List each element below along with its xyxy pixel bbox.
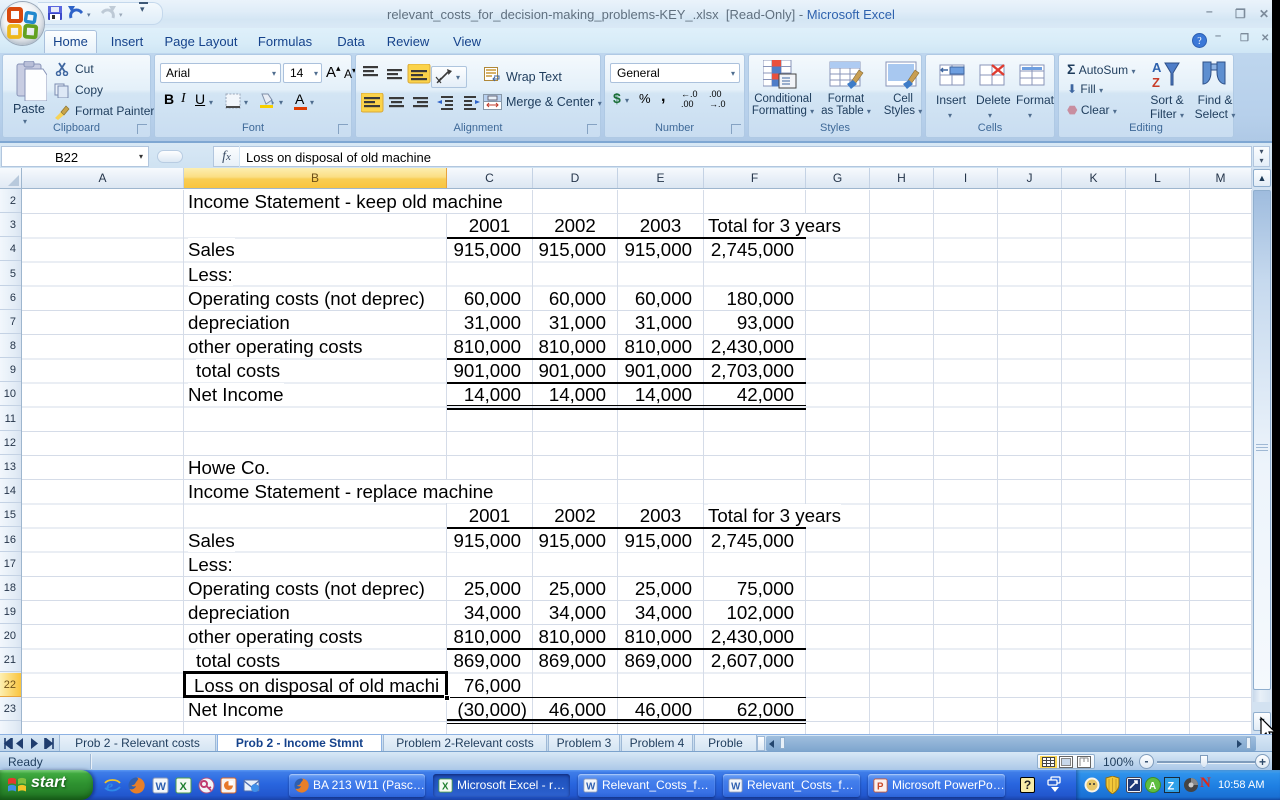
svg-text:X: X [180, 781, 188, 793]
svg-text:A: A [1149, 781, 1156, 792]
svg-text:W: W [731, 781, 741, 792]
svg-text:W: W [586, 781, 596, 792]
svg-text:Z: Z [1152, 75, 1160, 89]
svg-text:X: X [442, 781, 449, 792]
svg-text:Z: Z [1168, 781, 1175, 793]
svg-text:W: W [156, 781, 167, 793]
svg-text:P: P [877, 781, 884, 792]
svg-text:A: A [1152, 60, 1162, 75]
svg-text:?: ? [1197, 36, 1202, 47]
